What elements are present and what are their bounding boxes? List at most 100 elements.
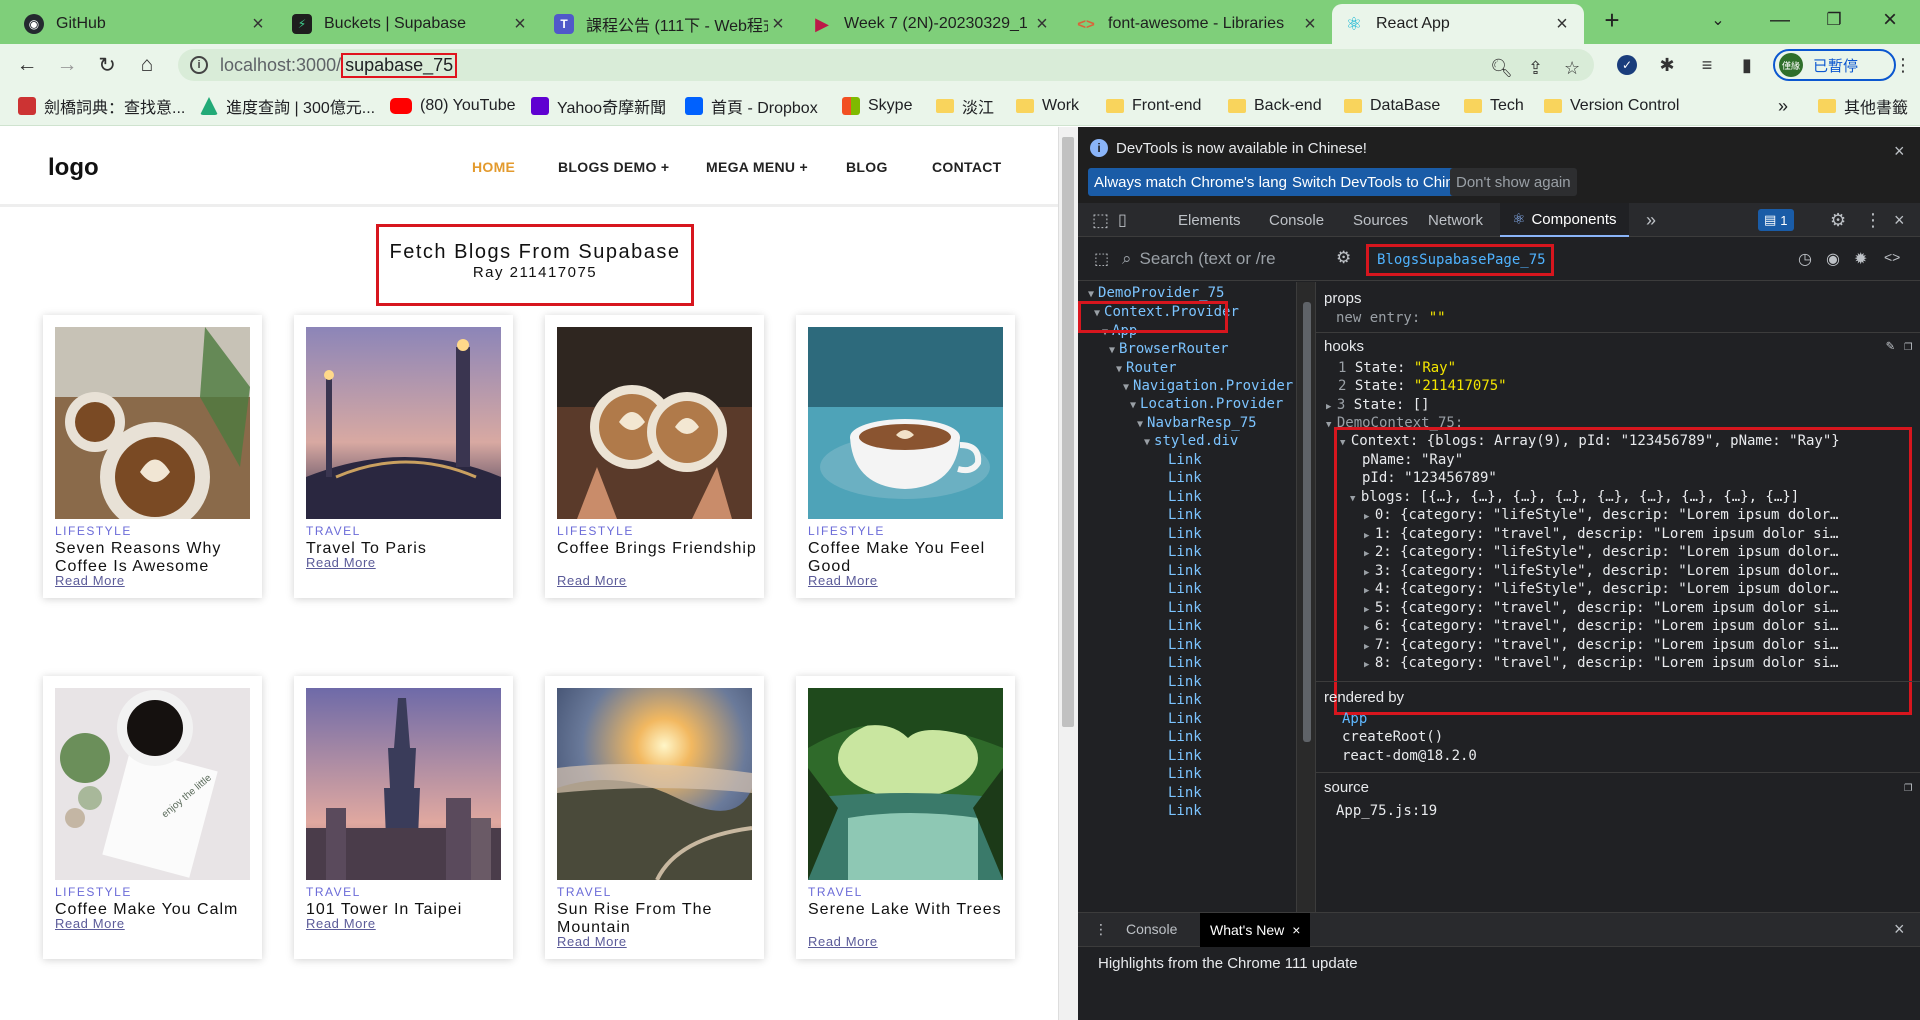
bookmark-folder[interactable]: Back-end bbox=[1228, 94, 1322, 118]
coffee-cheers-photo bbox=[557, 327, 752, 519]
zoom-icon[interactable]: 🔍︎ bbox=[1490, 58, 1513, 79]
browser-tab[interactable]: T 課程公告 (111下 - Web程式 × bbox=[542, 4, 800, 44]
close-window-button[interactable]: × bbox=[1862, 0, 1918, 40]
bookmark-folder[interactable]: Front-end bbox=[1106, 94, 1201, 118]
source-file-link[interactable]: App_75.js:19 bbox=[1336, 800, 1437, 822]
copy-icon[interactable]: ❐ bbox=[1904, 779, 1912, 795]
read-more-link[interactable]: Read More bbox=[306, 916, 376, 931]
read-more-link[interactable]: Read More bbox=[306, 555, 376, 570]
copy-icon[interactable]: ❐ bbox=[1904, 338, 1912, 354]
inspect-element-icon[interactable]: ⬚ bbox=[1092, 203, 1109, 237]
select-element-icon[interactable]: ⬚ bbox=[1094, 249, 1109, 269]
profile-button[interactable]: 僅緣 已暫停 bbox=[1773, 49, 1896, 81]
share-icon[interactable]: ⇪ bbox=[1528, 58, 1543, 79]
scrollbar-thumb[interactable] bbox=[1303, 302, 1311, 742]
bookmark-item[interactable]: Skype bbox=[842, 94, 912, 118]
bookmark-folder[interactable]: 淡江 bbox=[936, 94, 994, 118]
settings-gear-icon[interactable]: ⚙ bbox=[1830, 203, 1846, 237]
minimize-button[interactable]: — bbox=[1752, 0, 1808, 40]
reload-icon[interactable]: ↻ bbox=[92, 50, 122, 80]
bookmark-item[interactable]: 首頁 - Dropbox bbox=[685, 94, 818, 118]
nav-blogs-demo[interactable]: BLOGS DEMO + bbox=[558, 159, 669, 175]
read-more-link[interactable]: Read More bbox=[55, 573, 125, 588]
issues-badge[interactable]: ▤ 1 bbox=[1758, 209, 1794, 231]
bug-icon[interactable]: ✹ bbox=[1854, 249, 1867, 269]
extension-shield-icon[interactable]: ✓ bbox=[1614, 52, 1640, 78]
eye-icon[interactable]: ◉ bbox=[1826, 249, 1840, 269]
read-more-link[interactable]: Read More bbox=[808, 934, 878, 949]
bookmark-item[interactable]: Yahoo奇摩新聞 bbox=[531, 94, 666, 118]
tab-search-chevron-icon[interactable]: ⌄ bbox=[1690, 0, 1746, 40]
blog-item-row[interactable]: ▶ 8: {category: "travel", descrip: "Lore… bbox=[1364, 652, 1838, 674]
read-more-link[interactable]: Read More bbox=[557, 573, 627, 588]
page-title-box: Fetch Blogs From Supabase Ray 211417075 bbox=[376, 224, 694, 306]
bookmark-folder[interactable]: Tech bbox=[1464, 94, 1524, 118]
devtools-menu-icon[interactable]: ⋮ bbox=[1864, 203, 1882, 237]
page-scrollbar[interactable] bbox=[1058, 127, 1078, 1020]
component-search[interactable]: ⌕ Search (text or /re bbox=[1122, 245, 1276, 273]
close-tab-icon[interactable]: × bbox=[248, 13, 268, 36]
tab-elements[interactable]: Elements bbox=[1178, 203, 1241, 237]
tab-network[interactable]: Network bbox=[1428, 203, 1483, 237]
back-arrow-icon[interactable]: ← bbox=[12, 50, 42, 80]
close-drawer-icon[interactable]: × bbox=[1894, 919, 1905, 940]
nav-blog[interactable]: BLOG bbox=[846, 159, 888, 175]
address-bar[interactable]: i localhost:3000/supabase_75 🔍︎ ⇪ ☆ bbox=[178, 49, 1594, 81]
nav-contact[interactable]: CONTACT bbox=[932, 159, 1002, 175]
kebab-menu-icon[interactable]: ⋮ bbox=[1890, 52, 1916, 78]
other-bookmarks-folder[interactable]: 其他書籤 bbox=[1818, 94, 1908, 118]
scrollbar-thumb[interactable] bbox=[1062, 137, 1074, 727]
bookmark-folder[interactable]: DataBase bbox=[1344, 94, 1440, 118]
drawer-tab-whats-new[interactable]: What's New × bbox=[1200, 913, 1311, 947]
dont-show-again-button[interactable]: Don't show again bbox=[1450, 168, 1577, 196]
bookmarks-overflow-button[interactable]: » bbox=[1778, 94, 1788, 118]
device-toolbar-icon[interactable]: ▯ bbox=[1118, 203, 1127, 237]
view-source-icon[interactable]: <> bbox=[1884, 249, 1900, 265]
props-new-entry[interactable]: new entry: "" bbox=[1336, 307, 1446, 329]
read-more-link[interactable]: Read More bbox=[808, 573, 878, 588]
close-tab-icon[interactable]: × bbox=[510, 13, 530, 36]
tab-sources[interactable]: Sources bbox=[1353, 203, 1408, 237]
side-panel-icon[interactable]: ▮ bbox=[1734, 52, 1760, 78]
site-logo[interactable]: logo bbox=[48, 154, 99, 182]
browser-tab[interactable]: ◉ GitHub × bbox=[12, 4, 280, 44]
close-tab-icon[interactable]: × bbox=[1032, 13, 1052, 36]
home-icon[interactable]: ⌂ bbox=[132, 50, 162, 80]
browser-tab[interactable]: ⚡ Buckets | Supabase × bbox=[280, 4, 542, 44]
drawer-tab-console[interactable]: Console bbox=[1126, 921, 1177, 937]
close-devtools-icon[interactable]: × bbox=[1894, 203, 1905, 237]
bookmark-folder[interactable]: Work bbox=[1016, 94, 1079, 118]
bookmark-item[interactable]: (80) YouTube bbox=[390, 94, 515, 118]
close-tab-icon[interactable]: × bbox=[1552, 13, 1572, 36]
restore-button[interactable]: ❐ bbox=[1806, 0, 1862, 40]
browser-tab[interactable]: <> font-awesome - Libraries × bbox=[1064, 4, 1332, 44]
browser-tab[interactable]: ▶ Week 7 (2N)-20230329_1 × bbox=[800, 4, 1064, 44]
tab-console[interactable]: Console bbox=[1269, 203, 1324, 237]
browser-tab-active[interactable]: ⚛ React App × bbox=[1332, 4, 1584, 44]
new-tab-button[interactable]: + bbox=[1584, 0, 1640, 40]
read-more-link[interactable]: Read More bbox=[557, 934, 627, 949]
filter-settings-gear-icon[interactable]: ⚙ bbox=[1336, 248, 1351, 268]
tab-components[interactable]: ⚛ Components bbox=[1500, 203, 1629, 237]
nav-home[interactable]: HOME bbox=[472, 159, 515, 175]
bookmark-folder[interactable]: Version Control bbox=[1544, 94, 1679, 118]
forward-arrow-icon[interactable]: → bbox=[52, 50, 82, 80]
nav-mega-menu[interactable]: MEGA MENU + bbox=[706, 159, 808, 175]
parse-hooks-wand-icon[interactable]: ✎ bbox=[1886, 338, 1894, 354]
extensions-puzzle-icon[interactable]: ✱ bbox=[1654, 52, 1680, 78]
bookmark-item[interactable]: 進度查詢 | 300億元... bbox=[200, 94, 375, 118]
drawer-menu-icon[interactable]: ⋮ bbox=[1094, 921, 1108, 938]
site-info-icon[interactable]: i bbox=[190, 56, 208, 74]
bookmark-item[interactable]: 劍橋詞典：查找意... bbox=[18, 94, 185, 118]
close-tab-icon[interactable]: × bbox=[1300, 13, 1320, 36]
read-more-link[interactable]: Read More bbox=[55, 916, 125, 931]
tree-scrollbar[interactable] bbox=[1296, 282, 1316, 912]
close-tab-icon[interactable]: × bbox=[768, 13, 788, 36]
close-infobar-icon[interactable]: × bbox=[1894, 141, 1905, 162]
close-tab-icon[interactable]: × bbox=[1292, 922, 1300, 938]
bookmark-star-icon[interactable]: ☆ bbox=[1564, 58, 1580, 79]
timer-icon[interactable]: ◷ bbox=[1798, 249, 1812, 269]
tree-node[interactable]: Link bbox=[1168, 800, 1202, 822]
media-queue-icon[interactable]: ≡ bbox=[1694, 52, 1720, 78]
more-tabs-chevron-icon[interactable]: » bbox=[1646, 203, 1656, 237]
